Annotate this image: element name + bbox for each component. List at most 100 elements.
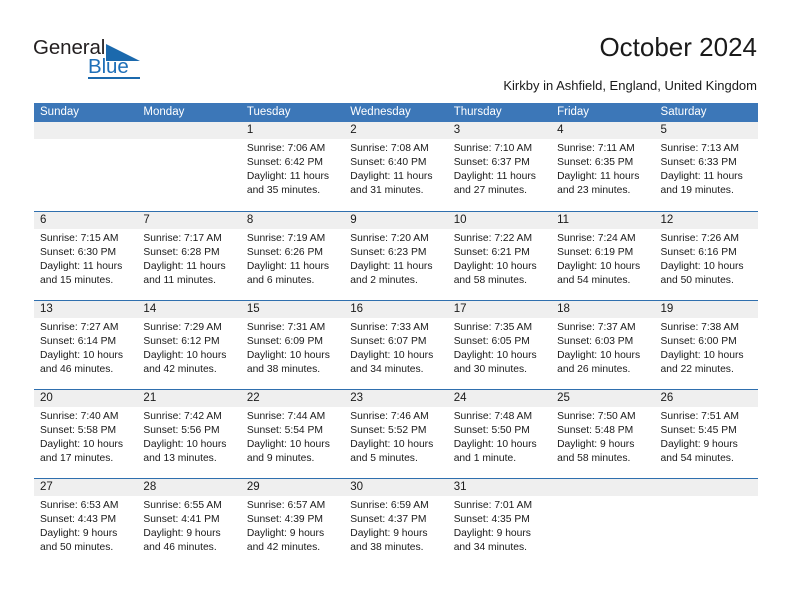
daylight-text-cont: and 1 minute. xyxy=(453,453,517,465)
calendar-day-cell[interactable]: 18 Sunrise: 7:37 AM Sunset: 6:03 PM Dayligh… xyxy=(551,301,655,389)
calendar-day-cell[interactable]: 1 Sunrise: 7:06 AM Sunset: 6:42 PM Daylight… xyxy=(240,122,345,211)
daylight-text: Daylight: 10 hours xyxy=(557,350,641,362)
calendar-day-cell[interactable]: 14 Sunrise: 7:29 AM Sunset: 6:12 PM Dayligh… xyxy=(137,301,241,389)
sunrise-text: Sunrise: 7:08 AM xyxy=(350,143,429,154)
day-number-band xyxy=(137,122,241,139)
calendar-day-cell[interactable]: 15 Sunrise: 7:31 AM Sunset: 6:09 PM Dayligh… xyxy=(240,301,345,389)
calendar-day-cell[interactable]: 27 Sunrise: 6:53 AM Sunset: 4:43 PM Dayligh… xyxy=(34,479,138,567)
calendar-day-cell[interactable]: 4 Sunrise: 7:11 AM Sunset: 6:35 PM Daylight… xyxy=(551,122,655,211)
sunset-text: Sunset: 6:19 PM xyxy=(557,247,634,259)
calendar-day-cell[interactable]: 7 Sunrise: 7:17 AM Sunset: 6:28 PM Daylight… xyxy=(137,212,241,300)
day-number-band: 25 xyxy=(551,390,655,407)
calendar-day-cell[interactable]: 29 Sunrise: 6:57 AM Sunset: 4:39 PM Dayligh… xyxy=(240,479,345,567)
calendar-day-cell[interactable]: 16 Sunrise: 7:33 AM Sunset: 6:07 PM Dayligh… xyxy=(344,301,448,389)
calendar-day-cell[interactable]: 26 Sunrise: 7:51 AM Sunset: 5:45 PM Dayligh… xyxy=(654,390,758,478)
daylight-text: Daylight: 9 hours xyxy=(453,528,531,540)
sunrise-text: Sunrise: 6:57 AM xyxy=(246,500,326,511)
sunset-text: Sunset: 6:05 PM xyxy=(453,336,530,348)
day-details: Sunrise: 7:19 AM Sunset: 6:26 PM Daylight:… xyxy=(241,229,344,288)
daylight-text: Daylight: 10 hours xyxy=(143,439,227,451)
daylight-text-cont: and 31 minutes. xyxy=(350,185,424,197)
sunset-text: Sunset: 6:16 PM xyxy=(660,247,737,259)
calendar-day-cell[interactable]: 21 Sunrise: 7:42 AM Sunset: 5:56 PM Dayligh… xyxy=(137,390,241,478)
day-details: Sunrise: 7:27 AM Sunset: 6:14 PM Daylight:… xyxy=(34,318,137,377)
calendar-table: Sunday Monday Tuesday Wednesday Thursday… xyxy=(34,103,758,567)
calendar-day-cell[interactable]: 9 Sunrise: 7:20 AM Sunset: 6:23 PM Daylight… xyxy=(344,212,448,300)
sunset-text: Sunset: 5:45 PM xyxy=(660,425,737,437)
daylight-text-cont: and 35 minutes. xyxy=(246,185,321,197)
daylight-text: Daylight: 11 hours xyxy=(143,261,226,273)
sunset-text: Sunset: 6:42 PM xyxy=(246,157,323,169)
daylight-text-cont: and 42 minutes. xyxy=(143,364,217,376)
calendar-day-cell[interactable]: 3 Sunrise: 7:10 AM Sunset: 6:37 PM Daylight… xyxy=(447,122,552,211)
day-number-band: 28 xyxy=(137,479,241,496)
day-details: Sunrise: 7:06 AM Sunset: 6:42 PM Daylight:… xyxy=(241,139,344,198)
daylight-text: Daylight: 11 hours xyxy=(350,171,433,183)
day-number-band: 16 xyxy=(344,301,448,318)
calendar-day-cell[interactable]: 17 Sunrise: 7:35 AM Sunset: 6:05 PM Dayligh… xyxy=(447,301,552,389)
sunrise-text: Sunrise: 7:48 AM xyxy=(453,411,533,422)
day-number: 10 xyxy=(453,214,467,226)
sunrise-text: Sunrise: 7:11 AM xyxy=(557,143,635,154)
day-number: 19 xyxy=(660,303,674,315)
daylight-text-cont: and 23 minutes. xyxy=(557,185,631,197)
day-number: 2 xyxy=(350,124,357,136)
calendar-day-cell[interactable]: 23 Sunrise: 7:46 AM Sunset: 5:52 PM Dayligh… xyxy=(344,390,448,478)
day-details: Sunrise: 7:15 AM Sunset: 6:30 PM Daylight:… xyxy=(34,229,137,288)
daylight-text: Daylight: 11 hours xyxy=(40,261,123,273)
day-number-band: 19 xyxy=(654,301,758,318)
day-number: 18 xyxy=(557,303,570,315)
day-number-band: 6 xyxy=(34,212,138,229)
day-number: 14 xyxy=(143,303,157,315)
daylight-text-cont: and 46 minutes. xyxy=(143,542,217,554)
calendar-day-cell[interactable]: 24 Sunrise: 7:48 AM Sunset: 5:50 PM Dayligh… xyxy=(447,390,552,478)
calendar-day-cell[interactable]: 11 Sunrise: 7:24 AM Sunset: 6:19 PM Dayligh… xyxy=(551,212,655,300)
page-header: General Blue October 2024 Kirkby in Ashf… xyxy=(0,0,792,96)
calendar-day-cell[interactable]: 28 Sunrise: 6:55 AM Sunset: 4:41 PM Dayligh… xyxy=(137,479,241,567)
calendar-page: General Blue October 2024 Kirkby in Ashf… xyxy=(0,0,792,612)
day-details: Sunrise: 7:10 AM Sunset: 6:37 PM Daylight:… xyxy=(448,139,551,198)
day-number-band: 8 xyxy=(240,212,345,229)
daylight-text: Daylight: 10 hours xyxy=(246,439,330,451)
sunset-text: Sunset: 4:43 PM xyxy=(40,514,117,526)
day-number: 9 xyxy=(350,214,357,226)
daylight-text: Daylight: 10 hours xyxy=(660,350,744,362)
daylight-text: Daylight: 9 hours xyxy=(557,439,635,451)
calendar-day-cell[interactable]: 8 Sunrise: 7:19 AM Sunset: 6:26 PM Daylight… xyxy=(240,212,345,300)
calendar-day-cell[interactable]: 20 Sunrise: 7:40 AM Sunset: 5:58 PM Dayligh… xyxy=(34,390,138,478)
calendar-day-cell[interactable]: 10 Sunrise: 7:22 AM Sunset: 6:21 PM Dayligh… xyxy=(447,212,552,300)
day-details: Sunrise: 6:59 AM Sunset: 4:37 PM Daylight:… xyxy=(344,496,447,555)
page-subtitle: Kirkby in Ashfield, England, United King… xyxy=(503,78,757,93)
general-blue-logo[interactable]: General Blue xyxy=(33,37,173,82)
day-number-band: 4 xyxy=(551,122,655,139)
day-number-band: 20 xyxy=(34,390,138,407)
calendar-day-cell[interactable]: 19 Sunrise: 7:38 AM Sunset: 6:00 PM Dayligh… xyxy=(654,301,758,389)
calendar-day-cell[interactable]: 6 Sunrise: 7:15 AM Sunset: 6:30 PM Daylight… xyxy=(34,212,138,300)
sunrise-text: Sunrise: 7:29 AM xyxy=(143,322,222,333)
calendar-day-cell[interactable]: 22 Sunrise: 7:44 AM Sunset: 5:54 PM Dayligh… xyxy=(240,390,345,478)
day-details: Sunrise: 7:11 AM Sunset: 6:35 PM Daylight:… xyxy=(551,139,654,198)
day-number: 21 xyxy=(143,392,157,404)
sunset-text: Sunset: 6:09 PM xyxy=(246,336,323,348)
sunset-text: Sunset: 6:28 PM xyxy=(143,247,220,259)
day-number-band: 31 xyxy=(447,479,552,496)
day-number: 7 xyxy=(143,214,150,226)
calendar-day-cell[interactable]: 13 Sunrise: 7:27 AM Sunset: 6:14 PM Dayligh… xyxy=(34,301,138,389)
calendar-day-cell[interactable]: 2 Sunrise: 7:08 AM Sunset: 6:40 PM Daylight… xyxy=(344,122,448,211)
day-number: 30 xyxy=(350,481,364,493)
calendar-day-cell[interactable]: 12 Sunrise: 7:26 AM Sunset: 6:16 PM Dayligh… xyxy=(654,212,758,300)
day-details: Sunrise: 6:55 AM Sunset: 4:41 PM Daylight:… xyxy=(137,496,240,555)
day-number-band: 11 xyxy=(551,212,655,229)
daylight-text-cont: and 11 minutes. xyxy=(143,275,216,287)
calendar-day-cell[interactable]: 31 Sunrise: 7:01 AM Sunset: 4:35 PM Dayligh… xyxy=(447,479,552,567)
calendar-day-cell[interactable]: 30 Sunrise: 6:59 AM Sunset: 4:37 PM Dayligh… xyxy=(344,479,448,567)
sunrise-text: Sunrise: 7:10 AM xyxy=(453,143,533,154)
calendar-day-cell[interactable]: 25 Sunrise: 7:50 AM Sunset: 5:48 PM Dayligh… xyxy=(551,390,655,478)
sunset-text: Sunset: 6:26 PM xyxy=(246,247,323,259)
daylight-text-cont: and 50 minutes. xyxy=(660,275,734,287)
calendar-day-cell[interactable]: 5 Sunrise: 7:13 AM Sunset: 6:33 PM Daylight… xyxy=(654,122,758,211)
daylight-text: Daylight: 10 hours xyxy=(453,261,537,273)
weekday-header-wednesday: Wednesday xyxy=(350,106,411,118)
day-number: 29 xyxy=(246,481,260,493)
day-number: 13 xyxy=(40,303,53,315)
